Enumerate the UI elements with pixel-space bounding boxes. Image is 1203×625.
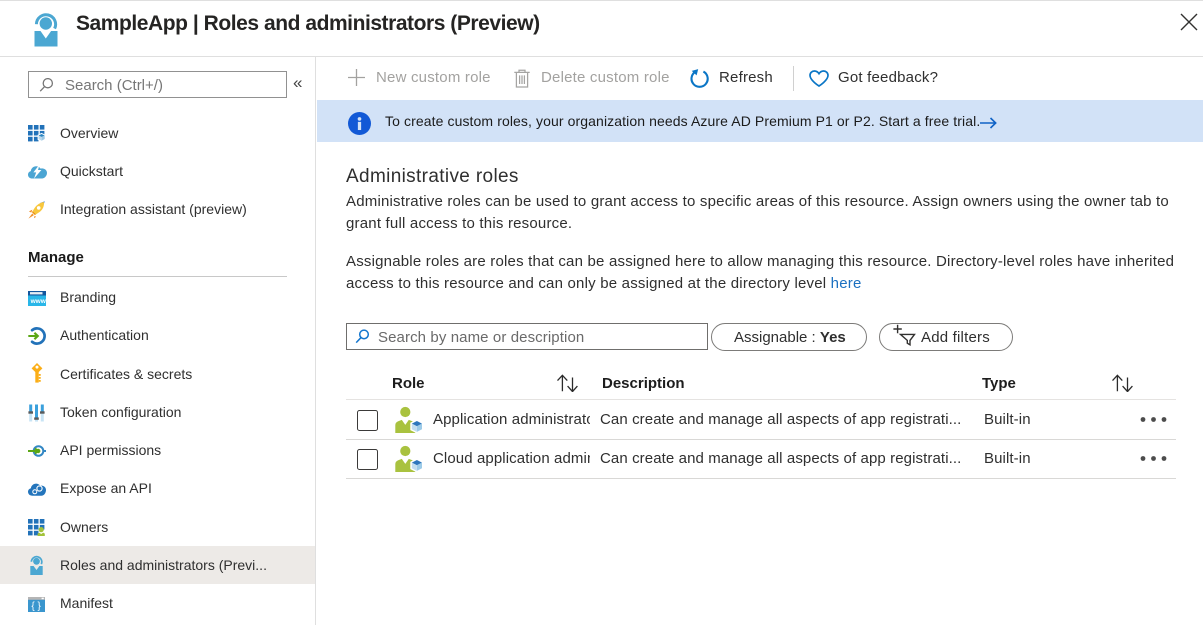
svg-text:www: www <box>30 298 46 305</box>
svg-text:{ }: { } <box>31 601 41 612</box>
